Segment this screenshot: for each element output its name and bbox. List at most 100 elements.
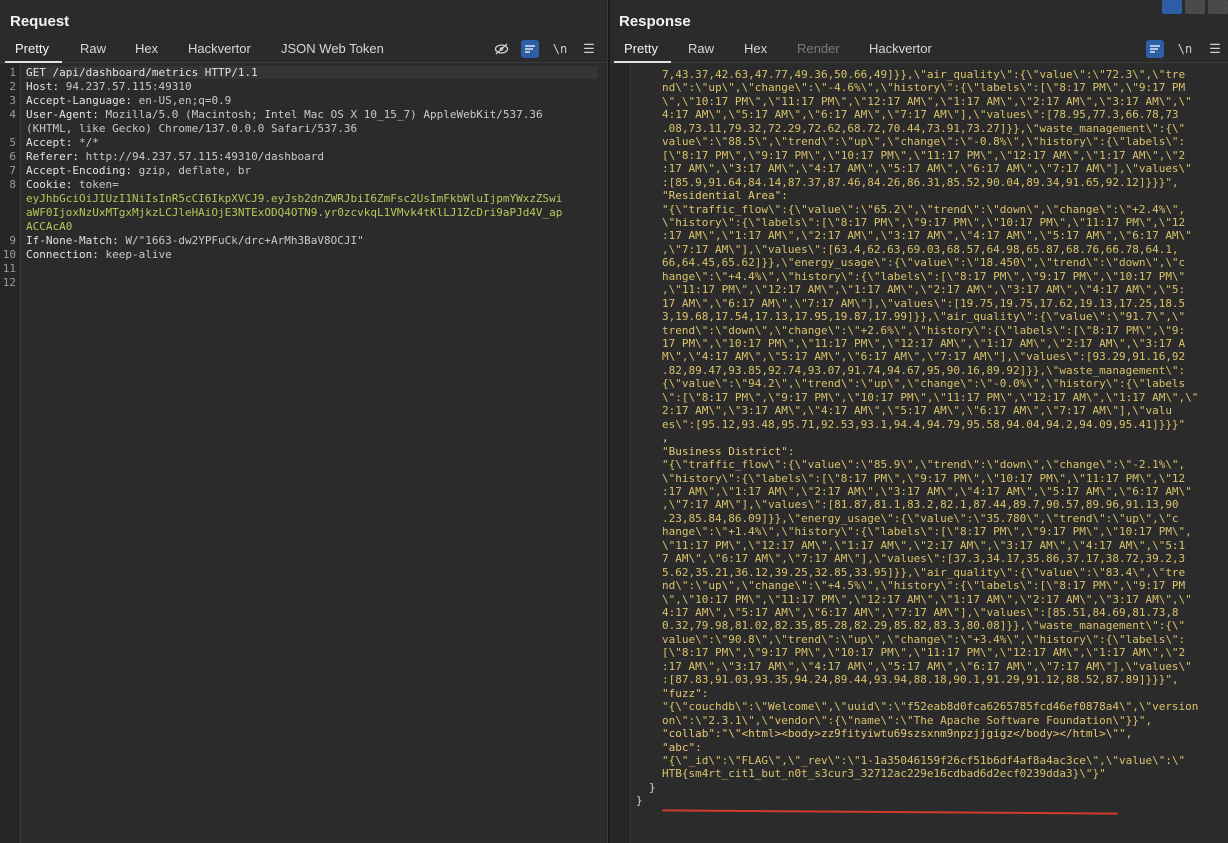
layout-stacked-icon[interactable] <box>1185 0 1205 14</box>
json-value-line: 17 PM\",\"10:17 PM\",\"11:17 PM\",\"12:1… <box>662 337 1186 350</box>
request-line: Accept-Language: en-US,en;q=0.9 <box>26 94 598 107</box>
line-number: 1 <box>9 66 16 79</box>
header-name: Accept-Language: <box>26 94 139 107</box>
line-number: 6 <box>9 150 16 163</box>
json-value-line: :17 AM\",\"1:17 AM\",\"2:17 AM\",\"3:17 … <box>662 484 1192 498</box>
tab-render: Render <box>797 41 840 56</box>
json-value-line: \":[\"8:17 PM\",\"9:17 PM\",\"10:17 PM\"… <box>662 390 1199 404</box>
tab-raw[interactable]: Raw <box>80 41 106 56</box>
request-line: Accept: */* <box>26 136 598 149</box>
request-line: User-Agent: Mozilla/5.0 (Macintosh; Inte… <box>26 108 598 121</box>
newline-icon[interactable]: \n <box>1176 40 1194 58</box>
header-value: Mozilla/5.0 (Macintosh; Intel Mac OS X 1… <box>105 108 543 121</box>
json-value-line: [\"8:17 PM\",\"9:17 PM\",\"10:17 PM\",\"… <box>662 148 1186 162</box>
json-value-line: .08,73.11,79.32,72.29,72.62,68.72,70.44,… <box>662 121 1186 135</box>
cookie-token-value: eyJhbGciOiJIUzI1NiIsInR5cCI6IkpXVCJ9.eyJ… <box>26 192 563 205</box>
json-value-line: "{\"_id\":\"FLAG\",\"_rev\":\"1-1a350461… <box>662 753 1186 767</box>
json-value-line: .82,89.47,93.85,92.74,93.07,91.74,94.67,… <box>662 363 1186 377</box>
json-key-line: "abc": <box>662 740 702 754</box>
json-value-line: \"history\":{\"labels\":[\"8:17 PM\",\"9… <box>662 215 1186 229</box>
menu-icon[interactable]: ☰ <box>1206 40 1224 58</box>
line-number: 4 <box>9 108 16 121</box>
json-value-line: nd\":\"up\",\"change\":\"+4.5%\",\"histo… <box>662 579 1186 593</box>
json-value-line: \"history\":{\"labels\":[\"8:17 PM\",\"9… <box>662 471 1186 485</box>
json-value-line: trend\":\"down\",\"change\":\"+2.6%\",\"… <box>662 323 1186 337</box>
json-value-line: 66,64.45,65.62]}},\"energy_usage\":{\"va… <box>662 256 1186 270</box>
tab-pretty[interactable]: Pretty <box>5 41 62 63</box>
layout-toggle-group <box>1162 0 1228 14</box>
tab-hackvertor[interactable]: Hackvertor <box>869 41 932 56</box>
line-number: 12 <box>2 276 16 289</box>
json-value-line: es\":[95.12,93.48,95.71,92.53,93.1,94.4,… <box>662 417 1186 431</box>
wrap-lines-icon[interactable] <box>521 40 539 58</box>
request-line: If-None-Match: W/"1663-dw2YPFuCk/drc+ArM… <box>26 234 598 247</box>
cookie-token-value: aWF0IjoxNzUxMTgxMjkzLCJleHAiOjE3NTExODQ4… <box>26 206 563 219</box>
header-value: http://94.237.57.115:49310/dashboard <box>85 150 325 163</box>
json-value-line: [\"8:17 PM\",\"9:17 PM\",\"10:17 PM\",\"… <box>662 646 1186 660</box>
header-name: Accept-Encoding: <box>26 164 139 177</box>
header-value: 94.237.57.115:49310 <box>65 80 192 93</box>
json-value-line: :[85.9,91.64,84.14,87.37,87.46,84.26,86.… <box>662 175 1179 189</box>
layout-side-by-side-icon[interactable] <box>1162 0 1182 14</box>
json-value-line: HTB{sm4rt_cit1_but_n0t_s3cur3_32712ac229… <box>662 767 1106 781</box>
response-title: Response <box>619 13 691 30</box>
tab-json-web-token[interactable]: JSON Web Token <box>281 41 384 56</box>
request-line: Cookie: token= <box>26 178 598 191</box>
header-value: en-US,en;q=0.9 <box>138 94 232 107</box>
newline-icon[interactable]: \n <box>551 40 569 58</box>
layout-tabs-icon[interactable] <box>1208 0 1228 14</box>
json-value-line: \",\"10:17 PM\",\"11:17 PM\",\"12:17 AM\… <box>662 94 1192 108</box>
json-value-line: hange\":\"+1.4%\",\"history\":{\"labels\… <box>662 525 1192 539</box>
json-value-line: ,\"7:17 AM\"],\"values\":[63.4,62.63,69.… <box>662 242 1179 256</box>
header-value: (KHTML, like Gecko) Chrome/137.0.0.0 Saf… <box>26 122 358 135</box>
request-line: Connection: keep-alive <box>26 248 598 261</box>
request-line: (KHTML, like Gecko) Chrome/137.0.0.0 Saf… <box>26 122 598 135</box>
json-value-line: hange\":\"+4.4%\",\"history\":{\"labels\… <box>662 269 1186 283</box>
header-name: Cookie: <box>26 178 79 191</box>
tab-hex[interactable]: Hex <box>135 41 158 56</box>
menu-icon[interactable]: ☰ <box>580 40 598 58</box>
json-value-line: , <box>662 431 669 445</box>
json-value-line: "{\"traffic_flow\":{\"value\":\"85.9\",\… <box>662 458 1186 472</box>
json-value-line: "{\"couchdb\":\"Welcome\",\"uuid\":\"f52… <box>662 700 1199 714</box>
json-value-line: 3,19.68,17.54,17.13,17.95,19.87,17.99]}}… <box>662 310 1186 324</box>
header-name: Host: <box>26 80 66 93</box>
json-value-line: M\",\"4:17 AM\",\"5:17 AM\",\"6:17 AM\",… <box>662 350 1186 364</box>
line-number: 2 <box>9 80 16 93</box>
json-key-line: "Business District": <box>662 444 795 458</box>
json-key-line: "collab":"\"<html><body>zz9fityiwtu69szs… <box>662 727 1133 741</box>
json-value-line: \",\"10:17 PM\",\"11:17 PM\",\"12:17 AM\… <box>662 592 1192 606</box>
json-value-line: .23,85.84,86.09]}},\"energy_usage\":{\"v… <box>662 511 1179 525</box>
header-name: Referer: <box>26 150 86 163</box>
json-key-line: "fuzz": <box>662 686 709 700</box>
hide-eye-icon[interactable] <box>492 40 510 58</box>
line-number: 7 <box>9 164 16 177</box>
tab-hex[interactable]: Hex <box>744 41 767 56</box>
wrap-lines-icon[interactable] <box>1146 40 1164 58</box>
json-value-line: "{\"traffic_flow\":{\"value\":\"65.2\",\… <box>662 202 1186 216</box>
line-number: 10 <box>2 248 16 261</box>
json-value-line: 2:17 AM\",\"3:17 AM\",\"4:17 AM\",\"5:17… <box>662 404 1172 418</box>
json-value-line: 0.32,79.98,81.02,82.35,85.28,82.29,85.82… <box>662 619 1186 633</box>
header-value: W/"1663-dw2YPFuCk/drc+ArMh3BaV8OCJI" <box>125 234 364 247</box>
json-value-line: {\"value\":\"94.2\",\"trend\":\"up\",\"c… <box>662 377 1186 391</box>
response-line-gutter <box>610 64 631 843</box>
tab-raw[interactable]: Raw <box>688 41 714 56</box>
json-value-line: ,\"11:17 PM\",\"12:17 AM\",\"1:17 AM\",\… <box>662 283 1186 297</box>
response-tabs: Pretty Raw Hex Render Hackvertor \n ☰ <box>610 38 1228 63</box>
json-value-line: 5.62,35.21,36.12,39.25,32.85,33.95]}},\"… <box>662 565 1186 579</box>
json-value-line: 4:17 AM\",\"5:17 AM\",\"6:17 AM\",\"7:17… <box>662 606 1179 619</box>
tab-hackvertor[interactable]: Hackvertor <box>188 41 251 56</box>
json-value-line: 17 AM\",\"6:17 AM\",\"7:17 AM\"],\"value… <box>662 296 1186 310</box>
header-value: */* <box>78 136 99 149</box>
json-value-line: :17 AM\",\"1:17 AM\",\"2:17 AM\",\"3:17 … <box>662 229 1192 243</box>
cookie-token-value: ACCAcA0 <box>26 220 73 233</box>
header-name: GET /api/dashboard/metrics HTTP/1.1 <box>26 66 258 79</box>
tab-pretty[interactable]: Pretty <box>614 41 671 63</box>
request-line: Referer: http://94.237.57.115:49310/dash… <box>26 150 598 163</box>
header-value: gzip, deflate, br <box>138 164 252 177</box>
json-value-line: } <box>636 794 643 808</box>
json-value-line: 7 AM\",\"6:17 AM\",\"7:17 AM\"],\"values… <box>662 552 1186 566</box>
json-value-line: :17 AM\",\"3:17 AM\",\"4:17 AM\",\"5:17 … <box>662 659 1192 673</box>
json-value-line: :17 AM\",\"3:17 AM\",\"4:17 AM\",\"5:17 … <box>662 162 1192 176</box>
